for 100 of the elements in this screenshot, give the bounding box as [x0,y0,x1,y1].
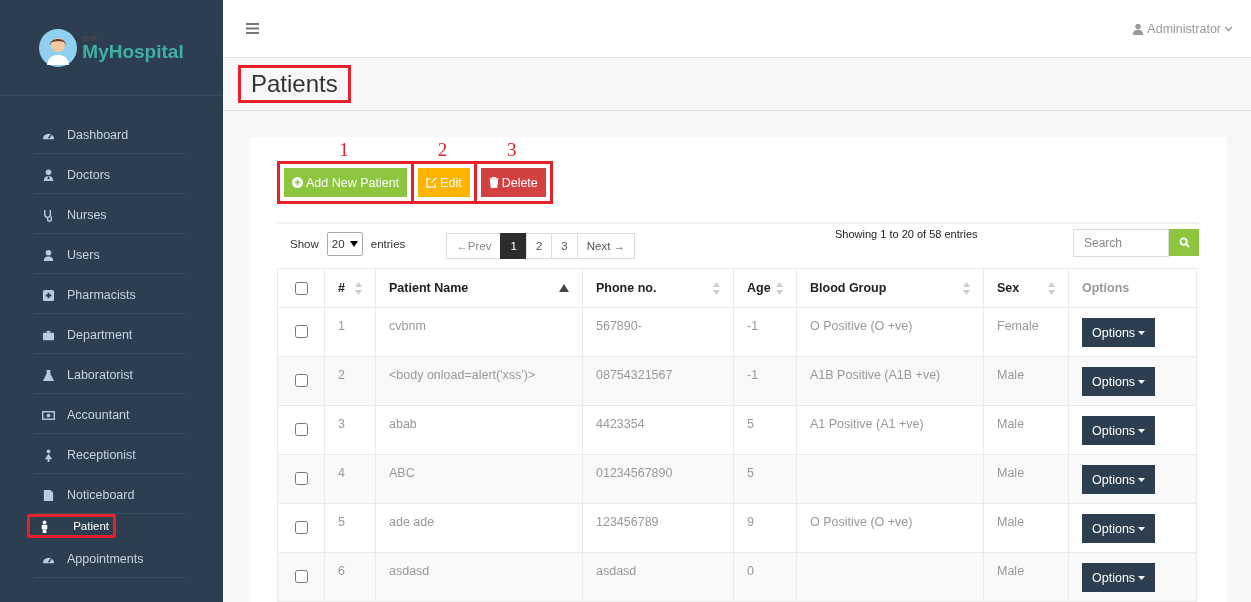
table-cell: 5 [338,515,345,529]
options-button[interactable]: Options [1082,318,1156,347]
sidebar-item[interactable]: Receptionist [33,434,187,474]
dropdown-arrow-icon [349,241,358,247]
entries-info: Showing 1 to 20 of 58 entries [835,228,978,240]
sidebar-item[interactable]: Dashboard [33,114,187,154]
row-checkbox[interactable] [295,325,308,338]
table-cell: O Positive (O +ve) [810,515,913,529]
table-cell: -1 [747,319,759,333]
table-cell: 123456789 [596,515,659,529]
female-icon [42,448,55,462]
pagination-link[interactable]: Next → [576,233,636,259]
pagination-link[interactable]: 3 [551,233,578,259]
table-cell: 1 [338,319,345,333]
menu-icon[interactable] [246,23,259,34]
table-cell: asdasd [596,564,637,578]
callout-number: 2 [437,139,448,161]
table-cell: Male [997,515,1025,529]
flask-icon [42,368,55,382]
doctor-avatar-icon [39,28,78,67]
table-cell: 9 [747,515,754,529]
column-header[interactable]: Patient Name [375,268,583,308]
caret-icon [1138,379,1146,384]
table-cell: Male [997,368,1025,382]
banknote-icon [42,408,55,422]
table-cell: asdasd [389,564,430,578]
user-icon [1132,22,1145,35]
table-cell: Male [997,564,1025,578]
doctor-icon [42,168,55,182]
caret-icon [1138,526,1146,531]
options-button[interactable]: Options [1082,416,1156,445]
caret-icon [1138,575,1146,580]
stethoscope-icon [42,208,55,222]
delete-button[interactable]: Delete [480,168,546,197]
callout-number: 3 [506,139,517,161]
pagination-link[interactable]: 2 [525,233,553,259]
sidebar-item[interactable]: Noticeboard [33,474,187,514]
sidebar-item[interactable]: Users [33,234,187,274]
show-label: Show [290,238,319,250]
sidebar-item[interactable]: Laboratorist [33,354,187,394]
column-header[interactable]: Age [733,268,797,308]
table-cell: A1B Positive (A1B +ve) [810,368,941,382]
options-button[interactable]: Options [1082,563,1156,592]
logo-title: MyHospital [82,41,184,61]
row-checkbox[interactable] [295,570,308,583]
sidebar-item[interactable]: Patient [27,514,116,538]
column-header[interactable]: Blood Group [796,268,984,308]
page-title: Patients [238,65,351,103]
page-length-select[interactable]: 20 [326,232,363,256]
user-icon [42,248,55,262]
table-cell: 2 [338,368,345,382]
table-cell: Female [997,319,1039,333]
entries-label: entries [370,238,406,250]
table-cell: -1 [747,368,759,382]
table-cell: 01234567890 [596,466,673,480]
callout-number: 1 [339,139,349,161]
table-cell: 0 [747,564,754,578]
options-button[interactable]: Options [1082,514,1156,543]
caret-icon [1138,330,1146,335]
table-cell: cvbnm [389,319,426,333]
sidebar-item[interactable]: Doctors [33,154,187,194]
column-header[interactable]: Phone no. [582,268,734,308]
column-header[interactable]: Sex [983,268,1069,308]
table-cell: 08754321567 [596,368,673,382]
plus-square-icon [42,288,55,302]
table-cell: A1 Positive (A1 +ve) [810,417,924,431]
chevron-down-icon [1224,25,1233,32]
table-cell: 5 [747,466,754,480]
table-cell: O Positive (O +ve) [810,319,913,333]
table-cell: 4423354 [596,417,645,431]
table-cell: 567890- [596,319,642,333]
table-cell: 6 [338,564,345,578]
select-all-checkbox[interactable] [295,281,308,295]
table-cell: 4 [338,466,345,480]
row-checkbox[interactable] [295,521,308,534]
table-cell: 5 [747,417,754,431]
caret-icon [1138,428,1146,433]
search-field[interactable]: Search [1073,229,1169,257]
options-button[interactable]: Options [1082,367,1156,396]
plus-circle-icon [292,177,303,188]
sidebar-item[interactable]: Accountant [33,394,187,434]
table-cell: Male [997,466,1025,480]
briefcase-icon [42,328,55,342]
sidebar-item[interactable]: Nurses [33,194,187,234]
document-icon [42,488,55,502]
options-button[interactable]: Options [1082,465,1156,494]
sidebar-item[interactable]: Department [33,314,187,354]
table-cell: Male [997,417,1025,431]
pagination-link[interactable]: 1 [500,233,527,259]
trash-icon [488,177,499,188]
row-checkbox[interactable] [295,423,308,436]
table-cell: ade ade [389,515,435,529]
sidebar-item[interactable]: Appointments [33,538,187,578]
search-icon [1178,237,1190,248]
row-checkbox[interactable] [295,472,308,485]
sidebar-item[interactable]: Pharmacists [33,274,187,314]
table-cell: abab [389,417,417,431]
caret-icon [1138,477,1146,482]
row-checkbox[interactable] [295,374,308,387]
column-header[interactable]: # [324,268,376,308]
